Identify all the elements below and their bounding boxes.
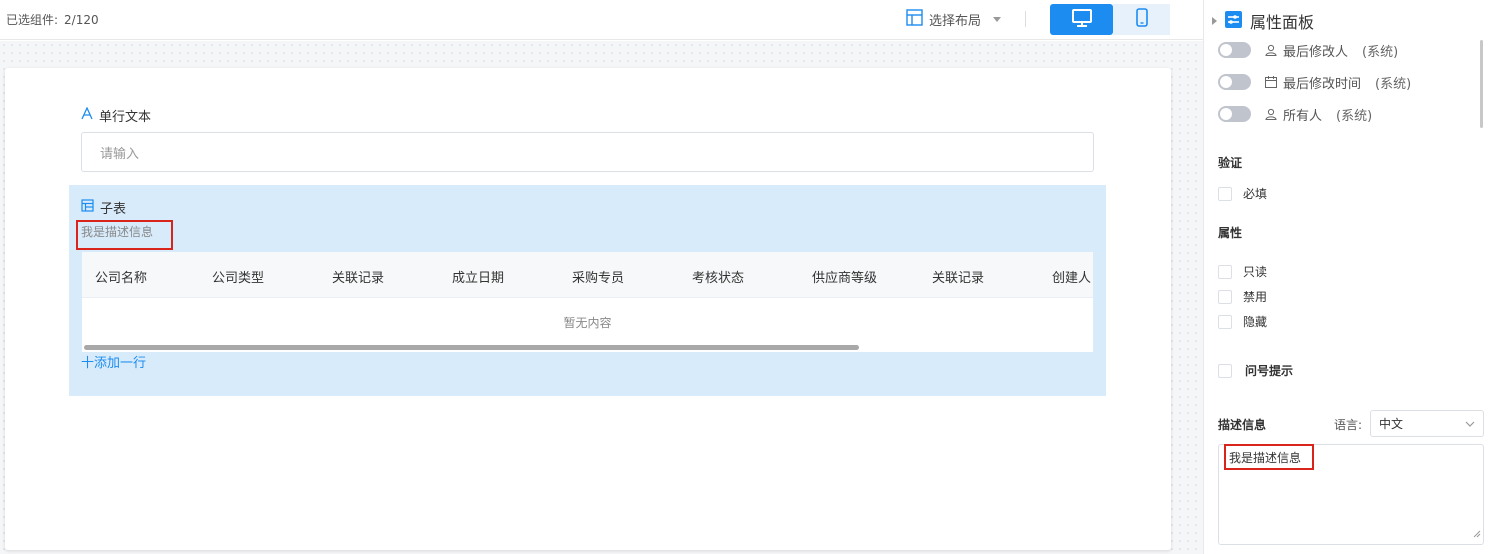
system-tag: (系统): [1375, 76, 1412, 92]
system-field-row: 所有人 (系统): [1218, 104, 1372, 124]
toolbar-divider: [1025, 11, 1026, 27]
layout-icon: [906, 9, 923, 30]
highlight-box-description: [76, 220, 173, 250]
panel-scrollbar[interactable]: [1480, 40, 1483, 128]
system-field-toggle[interactable]: [1218, 74, 1251, 90]
desktop-view-button[interactable]: [1050, 4, 1113, 35]
calendar-icon: [1265, 76, 1277, 88]
selected-count: 已选组件: 2/120: [6, 11, 99, 28]
column-header: 公司名称: [95, 271, 148, 286]
system-field-toggle[interactable]: [1218, 42, 1251, 58]
text-type-icon: [81, 106, 93, 124]
column-header: 成立日期: [452, 271, 505, 286]
mobile-icon: [1135, 8, 1148, 31]
required-label: 必填: [1243, 187, 1268, 201]
single-line-text-input[interactable]: 请输入: [81, 132, 1094, 172]
readonly-checkbox-row[interactable]: 只读: [1218, 263, 1267, 280]
readonly-label: 只读: [1243, 265, 1268, 279]
subtable-grid: 公司名称 公司类型 关联记录 成立日期 采购专员 考核状态 供应商等级 关联记录…: [82, 252, 1093, 352]
expand-triangle-icon: [1212, 17, 1217, 25]
tooltip-hint-label: 问号提示: [1245, 364, 1294, 378]
layout-select-label: 选择布局: [929, 14, 982, 29]
canvas-toolbar: 已选组件: 2/120 选择布局: [0, 0, 1203, 40]
disabled-checkbox[interactable]: [1218, 289, 1232, 304]
text-field-label[interactable]: 单行文本: [81, 106, 151, 125]
language-select-value: 中文: [1379, 417, 1404, 431]
text-field-label-text: 单行文本: [99, 110, 152, 125]
add-row-button[interactable]: 十添加一行: [81, 352, 146, 371]
validation-heading: 验证: [1218, 156, 1243, 170]
table-icon: [81, 199, 94, 216]
horizontal-scrollbar[interactable]: [84, 345, 859, 350]
column-header: 供应商等级: [812, 271, 878, 286]
column-header: 考核状态: [692, 271, 745, 286]
selected-count-value: 2/120: [64, 13, 99, 27]
device-toggle: [1050, 4, 1170, 35]
system-field-label: 最后修改时间: [1283, 76, 1362, 92]
language-select[interactable]: 中文: [1370, 410, 1484, 437]
description-heading: 描述信息: [1218, 418, 1267, 432]
system-field-label: 所有人: [1283, 108, 1323, 124]
column-header: 公司类型: [212, 271, 265, 286]
user-icon: [1265, 44, 1277, 56]
properties-heading: 属性: [1218, 226, 1243, 240]
mobile-view-button[interactable]: [1113, 4, 1170, 35]
subtable-label-text: 子表: [100, 202, 127, 217]
system-tag: (系统): [1362, 44, 1399, 60]
required-checkbox-row[interactable]: 必填: [1218, 185, 1267, 202]
required-checkbox[interactable]: [1218, 186, 1232, 201]
empty-state-text: 暂无内容: [563, 316, 612, 330]
chevron-down-icon: [1465, 418, 1475, 432]
subtable-header: 公司名称 公司类型 关联记录 成立日期 采购专员 考核状态 供应商等级 关联记录…: [82, 252, 1093, 298]
column-header: 关联记录: [332, 271, 385, 286]
user-icon: [1265, 108, 1277, 120]
panel-icon: [1225, 10, 1242, 32]
subtable-label: 子表: [81, 198, 126, 217]
caret-down-icon: [993, 17, 1002, 22]
panel-header[interactable]: 属性面板: [1212, 9, 1314, 33]
system-tag: (系统): [1336, 108, 1373, 124]
disabled-checkbox-row[interactable]: 禁用: [1218, 288, 1267, 305]
hidden-label: 隐藏: [1243, 315, 1268, 329]
tooltip-hint-checkbox[interactable]: [1218, 363, 1232, 378]
system-field-row: 最后修改人 (系统): [1218, 40, 1398, 60]
layout-select-button[interactable]: 选择布局: [906, 9, 1002, 30]
hidden-checkbox[interactable]: [1218, 314, 1232, 329]
highlight-box-textarea: [1224, 444, 1314, 470]
text-input-placeholder: 请输入: [100, 146, 140, 162]
tooltip-hint-row[interactable]: 问号提示: [1218, 362, 1293, 379]
column-header: 创建人: [1052, 271, 1092, 286]
disabled-label: 禁用: [1243, 290, 1268, 304]
column-header: 关联记录: [932, 271, 985, 286]
desktop-icon: [1071, 8, 1092, 31]
selected-count-label: 已选组件:: [6, 13, 59, 27]
system-field-row: 最后修改时间 (系统): [1218, 72, 1411, 92]
system-field-label: 最后修改人: [1283, 44, 1349, 60]
hidden-checkbox-row[interactable]: 隐藏: [1218, 313, 1267, 330]
column-header: 采购专员: [572, 271, 625, 286]
system-field-toggle[interactable]: [1218, 106, 1251, 122]
language-label: 语言:: [1334, 418, 1363, 432]
readonly-checkbox[interactable]: [1218, 264, 1232, 279]
resize-grip-icon[interactable]: [1473, 527, 1481, 542]
panel-title: 属性面板: [1250, 13, 1315, 32]
property-panel: 属性面板 最后修改人 (系统) 最后修改时间 (系统) 所有人 (系统) 验证 …: [1203, 0, 1493, 554]
